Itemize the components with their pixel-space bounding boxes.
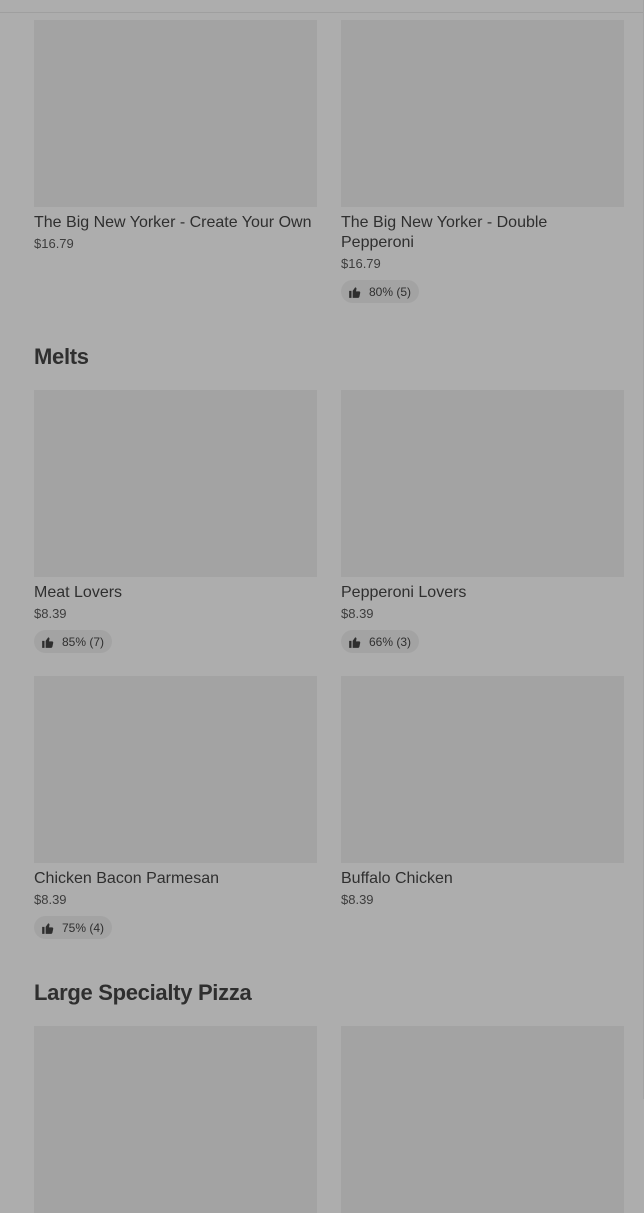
menu-item-price: $8.39 <box>341 892 374 907</box>
menu-item-price: $8.39 <box>341 606 374 621</box>
rating-badge: 85% (7) <box>34 630 113 653</box>
rating-text: 85% (7) <box>62 634 105 649</box>
thumbs-up-icon <box>348 285 362 299</box>
menu-item-card[interactable]: Pepperoni Lovers $8.39 66% (3) <box>341 390 624 654</box>
menu-item-card[interactable] <box>34 1026 317 1213</box>
menu-item-price: $8.39 <box>34 892 67 907</box>
thumbs-up-icon <box>41 635 55 649</box>
section-title-melts: Melts <box>34 344 89 369</box>
menu-item-image[interactable] <box>341 1026 624 1213</box>
menu-item-name[interactable]: Buffalo Chicken <box>341 869 624 889</box>
menu-item-card[interactable]: Chicken Bacon Parmesan $8.39 75% (4) <box>34 676 317 940</box>
menu-item-price: $8.39 <box>34 606 67 621</box>
thumbs-up-icon <box>41 921 55 935</box>
rating-text: 75% (4) <box>62 920 105 935</box>
menu-item-card[interactable] <box>341 1026 624 1213</box>
menu-item-image[interactable] <box>34 20 317 207</box>
menu-item-image[interactable] <box>341 676 624 863</box>
rating-text: 66% (3) <box>369 634 412 649</box>
thumbs-up-icon <box>348 635 362 649</box>
rating-badge: 80% (5) <box>341 280 420 303</box>
top-divider <box>0 12 644 13</box>
menu-item-name[interactable]: The Big New Yorker - Create Your Own <box>34 213 317 233</box>
rating-text: 80% (5) <box>369 284 412 299</box>
section-title-large-specialty-pizza: Large Specialty Pizza <box>34 980 252 1005</box>
menu-item-name[interactable]: The Big New Yorker - Double Pepperoni <box>341 213 624 253</box>
menu-item-card[interactable]: The Big New Yorker - Create Your Own $16… <box>34 20 317 252</box>
menu-item-image[interactable] <box>34 390 317 577</box>
menu-item-image[interactable] <box>34 676 317 863</box>
menu-item-name[interactable]: Meat Lovers <box>34 583 317 603</box>
menu-item-card[interactable]: Meat Lovers $8.39 85% (7) <box>34 390 317 654</box>
menu-item-image[interactable] <box>341 20 624 207</box>
rating-badge: 66% (3) <box>341 630 420 653</box>
menu-item-image[interactable] <box>341 390 624 577</box>
menu-item-card[interactable]: Buffalo Chicken $8.39 <box>341 676 624 908</box>
rating-badge: 75% (4) <box>34 916 113 939</box>
menu-item-price: $16.79 <box>341 256 381 271</box>
menu-item-card[interactable]: The Big New Yorker - Double Pepperoni $1… <box>341 20 624 304</box>
menu-item-image[interactable] <box>34 1026 317 1213</box>
menu-item-name[interactable]: Pepperoni Lovers <box>341 583 624 603</box>
menu-item-name[interactable]: Chicken Bacon Parmesan <box>34 869 317 889</box>
menu-item-price: $16.79 <box>34 236 74 251</box>
